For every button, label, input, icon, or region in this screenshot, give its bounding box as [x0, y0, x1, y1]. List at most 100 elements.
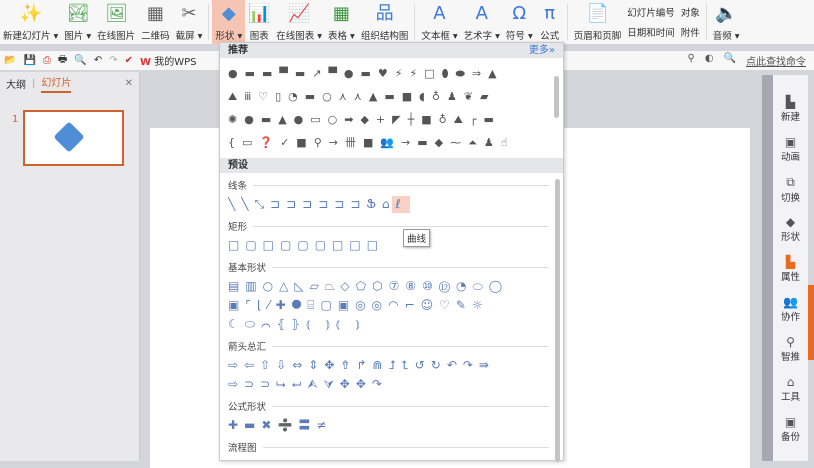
- formula-button[interactable]: π 公式: [536, 0, 564, 44]
- customize-icon[interactable]: ✔: [125, 55, 133, 66]
- sidebar-item-1[interactable]: ▣ 动画: [773, 129, 808, 169]
- wordart-icon: A: [475, 3, 488, 24]
- recommended-shape-row[interactable]: ⛰ⅲ♡▯◔▬○⋏⋏▲▬■◖♁♟❦▰: [228, 85, 553, 108]
- sidebar-item-2[interactable]: ⧉ 切换: [773, 169, 808, 209]
- shapes-button[interactable]: ◆ 形状 ▾: [212, 0, 246, 44]
- ribbon-small-3[interactable]: 附件: [681, 25, 700, 39]
- section-title-row: 线条: [228, 175, 549, 195]
- section-title: 基本形状: [228, 263, 267, 274]
- sidebar-item-4[interactable]: ▙ 属性: [773, 249, 808, 289]
- new-slide-button[interactable]: ✨ 新建幻灯片 ▾: [0, 0, 61, 44]
- recommended-shape-row[interactable]: ●▬▬▀▬↗▀●▬♥⚡⚡□⬮⬬⇒▲: [228, 62, 553, 85]
- preview-icon[interactable]: 🔍: [74, 55, 86, 66]
- textbox-button[interactable]: A 文本框 ▾: [418, 0, 460, 44]
- undo-icon[interactable]: ↶: [94, 55, 102, 66]
- sidebar-label: 工具: [780, 392, 800, 403]
- preset-shape-row[interactable]: ✚▬✖➗〓≠: [228, 416, 553, 435]
- save-icon[interactable]: 💾: [23, 55, 35, 66]
- preset-shape-row[interactable]: □▢□▢▢▢□□□: [228, 236, 553, 255]
- ribbon-small-2[interactable]: 对象: [681, 5, 700, 19]
- preset-shape-row[interactable]: ╲╲⤡⊐⊐⊐⊐⊐⊐Ֆ⌂ℓ: [228, 195, 553, 214]
- preset-shapes[interactable]: ╲╲⤡⊐⊐⊐⊐⊐⊐Ֆ⌂ℓ: [228, 197, 406, 211]
- tab-slides[interactable]: 幻灯片: [41, 74, 72, 93]
- preset-shapes[interactable]: ⇨⊃⊃⮡⮠⮙⮛✥✥↷: [228, 377, 388, 391]
- new-slide-icon: ✨: [19, 3, 43, 24]
- picture-icon: 🏞: [66, 3, 90, 24]
- section-title-row: 矩形: [228, 216, 549, 236]
- preset-shape-row[interactable]: ☾⬭⌒⦃⦄⦅ ⦆⦅ ⦆: [228, 315, 553, 334]
- screenshot-label: 截屏 ▾: [175, 31, 203, 42]
- command-search[interactable]: ⚲ ◐ 🔍 点此查找命令: [687, 53, 806, 68]
- close-icon[interactable]: ✕: [125, 78, 133, 89]
- sidebar-item-6[interactable]: ⚲ 智推: [773, 329, 808, 369]
- sidebar-icon: ▙: [785, 95, 796, 109]
- shapes-dropdown: 推荐 更多» ●▬▬▀▬↗▀●▬♥⚡⚡□⬮⬬⇒▲ ⛰ⅲ♡▯◔▬○⋏⋏▲▬■◖♁♟❦▰…: [219, 42, 564, 462]
- sidebar-label: 属性: [780, 272, 800, 283]
- smartart-button[interactable]: 品组织结构图: [358, 0, 412, 44]
- speaker-icon: 🔈: [715, 3, 738, 24]
- command-search-label: 点此查找命令: [746, 57, 806, 68]
- chart-button[interactable]: 📊 图表: [245, 0, 273, 44]
- screenshot-icon: ✂: [181, 3, 197, 24]
- preset-shapes[interactable]: ☾⬭⌒⦃⦄⦅ ⦆⦅ ⦆: [228, 317, 366, 331]
- ribbon-separator: [414, 4, 416, 40]
- panel-scrollbar[interactable]: [762, 75, 773, 461]
- chart-label: 图表: [249, 31, 269, 42]
- symbol-button[interactable]: Ω 符号 ▾: [503, 0, 536, 44]
- sidebar-item-0[interactable]: ▙ 新建: [773, 89, 808, 129]
- redo-icon[interactable]: ↷: [109, 55, 117, 66]
- preset-shapes[interactable]: ✚▬✖➗〓≠: [228, 418, 332, 432]
- wordart-button[interactable]: A 艺术字 ▾: [461, 0, 503, 44]
- preset-shape-row[interactable]: ▣⌜⌊⁄✚⯃⌸▢▣◎◎◠⌐☺♡✎☼: [228, 296, 553, 315]
- more-link[interactable]: 更多»: [529, 43, 555, 58]
- ribbon-separator: [566, 4, 568, 40]
- audio-button[interactable]: 🔈 音频 ▾: [710, 0, 743, 44]
- recommended-shape-row[interactable]: {▭❓✓■⚲→卌■👥→▬◆⁓⏶♟☝: [228, 131, 553, 154]
- preset-shape-row[interactable]: ⇨⇦⇧⇩⇔⇕✥⇮↱⋒⮥⮤↺↻↶↷⇛: [228, 356, 553, 375]
- recommended-scrollbar[interactable]: [554, 76, 559, 118]
- picture-button[interactable]: 🏞 图片 ▾: [61, 0, 94, 44]
- sidebar-icon: ⚲: [786, 335, 795, 349]
- online-chart-icon: 📈: [288, 3, 311, 24]
- section-title-row: 公式形状: [228, 396, 549, 416]
- wordart-label: 艺术字 ▾: [463, 31, 500, 42]
- sidebar-item-3[interactable]: ◆ 形状: [773, 209, 808, 249]
- slide-thumbnail[interactable]: [23, 110, 124, 166]
- sidebar-label: 动画: [780, 152, 800, 163]
- open-icon[interactable]: 📂: [4, 55, 16, 66]
- screenshot-button[interactable]: ✂ 截屏 ▾: [173, 0, 206, 44]
- preset-shape-row[interactable]: ▤▥○△◺▱⏢◇⬠⬡⑦⑧⑩⑫◔⬭◯: [228, 277, 553, 296]
- header-footer-button[interactable]: 📄 页眉和页脚: [571, 0, 625, 44]
- pin-icon[interactable]: ⚲: [687, 53, 694, 68]
- preset-shapes[interactable]: ▣⌜⌊⁄✚⯃⌸▢▣◎◎◠⌐☺♡✎☼: [228, 298, 489, 312]
- preset-gallery: 线条 ╲╲⤡⊐⊐⊐⊐⊐⊐Ֆ⌂ℓ 矩形 □▢□▢▢▢□□□ 基本形状 ▤▥○△◺▱⏢◇⬠⬡⑦…: [220, 173, 563, 462]
- sidebar-item-7[interactable]: ⌂ 工具: [773, 369, 808, 409]
- sidebar-icon: ▣: [784, 415, 797, 429]
- online-picture-button[interactable]: 🖼 在线图片: [94, 0, 138, 44]
- sidebar-label: 备份: [780, 432, 800, 443]
- tab-divider: |: [32, 77, 36, 89]
- ribbon: ✨ 新建幻灯片 ▾ 🏞 图片 ▾ 🖼 在线图片 ▦ 二维码 ✂ 截屏 ▾ ◆ 形状 ▾ 📊 图表 📈 在线图表…: [0, 0, 814, 44]
- sidebar-item-5[interactable]: 👥 协作: [773, 289, 808, 329]
- my-wps-link[interactable]: W 我的WPS: [140, 53, 196, 68]
- preset-shapes[interactable]: ⇨⇦⇧⇩⇔⇕✥⇮↱⋒⮥⮤↺↻↶↷⇛: [228, 358, 495, 372]
- sidebar-item-8[interactable]: ▣ 备份: [773, 409, 808, 449]
- online-picture-icon: 🖼: [105, 3, 128, 24]
- recommended-shape-row[interactable]: ✺●▬▲●▭○➡◆+◤┼■♁⛰┌▬: [228, 108, 553, 131]
- preset-shape-row[interactable]: ⇨⊃⊃⮡⮠⮙⮛✥✥↷: [228, 375, 553, 394]
- formula-icon: π: [544, 3, 556, 24]
- tab-outline[interactable]: 大纲: [6, 76, 26, 91]
- table-button[interactable]: ▦ 表格 ▾: [325, 0, 358, 44]
- preset-shapes[interactable]: ▤▥○△◺▱⏢◇⬠⬡⑦⑧⑩⑫◔⬭◯: [228, 279, 508, 293]
- ribbon-small-0[interactable]: 幻灯片编号: [627, 5, 675, 19]
- help-icon[interactable]: ◐: [705, 53, 714, 68]
- sidebar-expand-tab[interactable]: [808, 285, 814, 360]
- qrcode-button[interactable]: ▦ 二维码: [138, 0, 173, 44]
- ribbon-small-1[interactable]: 日期和时间: [627, 25, 675, 39]
- section-title-row: 箭头总汇: [228, 336, 549, 356]
- print-icon[interactable]: 🖶: [58, 52, 67, 69]
- preset-shapes[interactable]: □▢□▢▢▢□□□: [228, 238, 384, 252]
- preset-scrollbar[interactable]: [555, 179, 560, 462]
- pdf-icon[interactable]: ⎙: [43, 55, 51, 66]
- online-chart-button[interactable]: 📈 在线图表 ▾: [273, 0, 325, 44]
